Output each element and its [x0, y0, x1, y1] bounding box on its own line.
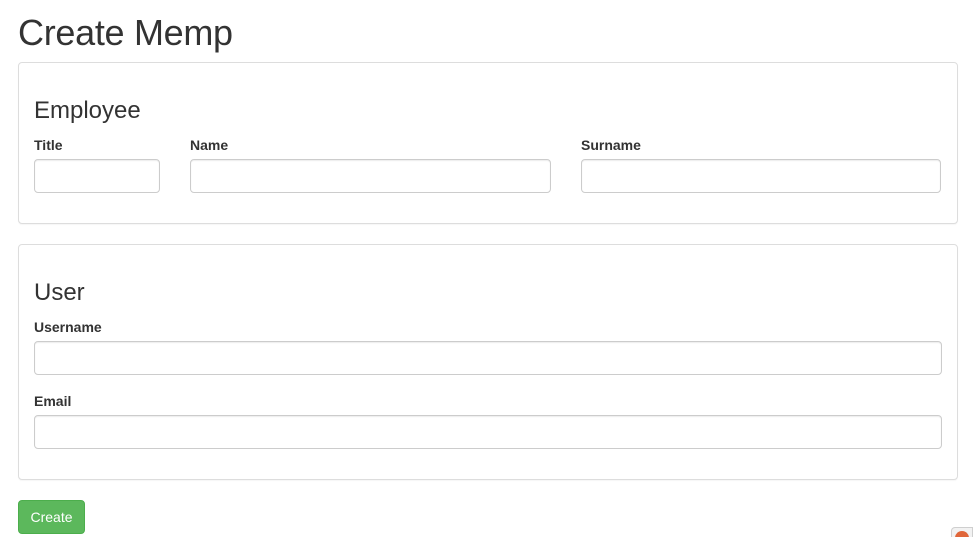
email-input[interactable] [34, 415, 942, 449]
title-label: Title [34, 137, 63, 153]
username-label: Username [34, 319, 102, 335]
user-section-title: User [34, 279, 85, 306]
employee-panel: Employee Title Name Surname [18, 62, 958, 224]
user-panel: User Username Email [18, 244, 958, 480]
title-input[interactable] [34, 159, 160, 193]
employee-section-title: Employee [34, 97, 141, 124]
create-button[interactable]: Create [18, 500, 85, 534]
surname-label: Surname [581, 137, 641, 153]
surname-input[interactable] [581, 159, 941, 193]
username-input[interactable] [34, 341, 942, 375]
feedback-widget[interactable] [951, 527, 973, 537]
name-label: Name [190, 137, 229, 153]
create-memp-page: Create Memp Employee Title Name Surname … [0, 0, 973, 537]
email-label: Email [34, 393, 72, 409]
name-input[interactable] [190, 159, 551, 193]
page-title: Create Memp [18, 12, 233, 53]
feedback-widget-icon [955, 531, 969, 537]
